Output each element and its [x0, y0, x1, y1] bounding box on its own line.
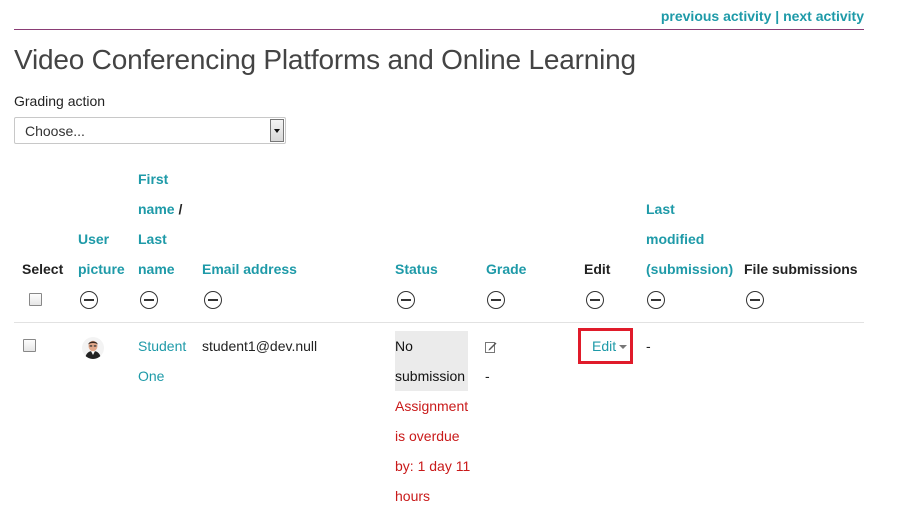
header-first-name-line1[interactable]: First — [138, 164, 182, 194]
header-user-picture-line2: picture — [78, 261, 125, 277]
header-edit: Edit — [584, 261, 611, 277]
header-last-name-line2[interactable]: name — [138, 254, 182, 284]
submission-status: No submission — [395, 331, 473, 391]
header-name-slash: / — [178, 201, 183, 217]
header-last-modified-line1: Last — [646, 201, 675, 217]
user-avatar[interactable] — [82, 337, 104, 359]
overdue-line1: Assignment — [395, 398, 469, 414]
submission-status-line1: No — [395, 338, 413, 354]
header-status[interactable]: Status — [395, 254, 438, 284]
nav-separator: | — [775, 8, 780, 24]
grading-action-label: Grading action — [14, 93, 106, 109]
header-email[interactable]: Email address — [202, 254, 297, 284]
submission-status-line2: submission — [395, 368, 466, 384]
hide-column-icon[interactable] — [140, 291, 158, 309]
hide-column-icon[interactable] — [487, 291, 505, 309]
next-activity-link[interactable]: next activity — [783, 8, 864, 24]
hide-column-icon[interactable] — [80, 291, 98, 309]
grading-action-select[interactable]: Choose... — [14, 117, 286, 144]
hide-column-icon[interactable] — [397, 291, 415, 309]
select-all-checkbox[interactable] — [29, 293, 42, 306]
header-grade[interactable]: Grade — [486, 254, 526, 284]
hide-column-icon[interactable] — [204, 291, 222, 309]
grading-action-value: Choose... — [25, 123, 85, 139]
hide-column-icon[interactable] — [586, 291, 604, 309]
grade-value: - — [485, 368, 490, 384]
header-name: First name / Last name — [138, 164, 182, 284]
overdue-notice: Assignment is overdue by: 1 day 11 hours — [395, 391, 473, 511]
student-last-name: One — [138, 368, 165, 384]
student-first-name: Student — [138, 338, 187, 354]
last-modified-value: - — [646, 338, 651, 354]
overdue-line4: hours — [395, 488, 431, 504]
student-email: student1@dev.null — [202, 338, 318, 354]
header-select: Select — [22, 261, 64, 277]
grade-pencil-icon[interactable] — [485, 341, 497, 353]
student-name-link[interactable]: Student One — [138, 331, 186, 391]
header-last-modified[interactable]: Last modified (submission) — [646, 194, 733, 284]
header-file-submissions: File submissions — [744, 261, 858, 277]
chevron-down-icon[interactable] — [270, 119, 284, 142]
edit-menu-button[interactable]: Edit — [592, 331, 628, 361]
header-user-picture[interactable]: User picture — [78, 224, 125, 284]
overdue-line2: is overdue — [395, 428, 460, 444]
edit-menu-label: Edit — [592, 338, 617, 354]
header-last-modified-line3: (submission) — [646, 261, 734, 277]
header-last-name-line1[interactable]: Last — [138, 224, 182, 254]
avatar-image — [82, 337, 104, 359]
header-first-name-line2[interactable]: name — [138, 201, 175, 217]
overdue-line3: by: 1 day 11 — [395, 458, 471, 474]
page-title: Video Conferencing Platforms and Online … — [14, 44, 636, 75]
header-last-modified-line2: modified — [646, 231, 705, 247]
previous-activity-link[interactable]: previous activity — [661, 8, 772, 24]
hide-column-icon[interactable] — [647, 291, 665, 309]
row-divider — [14, 322, 864, 323]
caret-down-icon — [619, 345, 628, 350]
hide-column-icon[interactable] — [746, 291, 764, 309]
row-select-checkbox[interactable] — [23, 339, 36, 352]
header-user-picture-line1: User — [78, 231, 110, 247]
activity-navigation: previous activity | next activity — [14, 8, 864, 30]
